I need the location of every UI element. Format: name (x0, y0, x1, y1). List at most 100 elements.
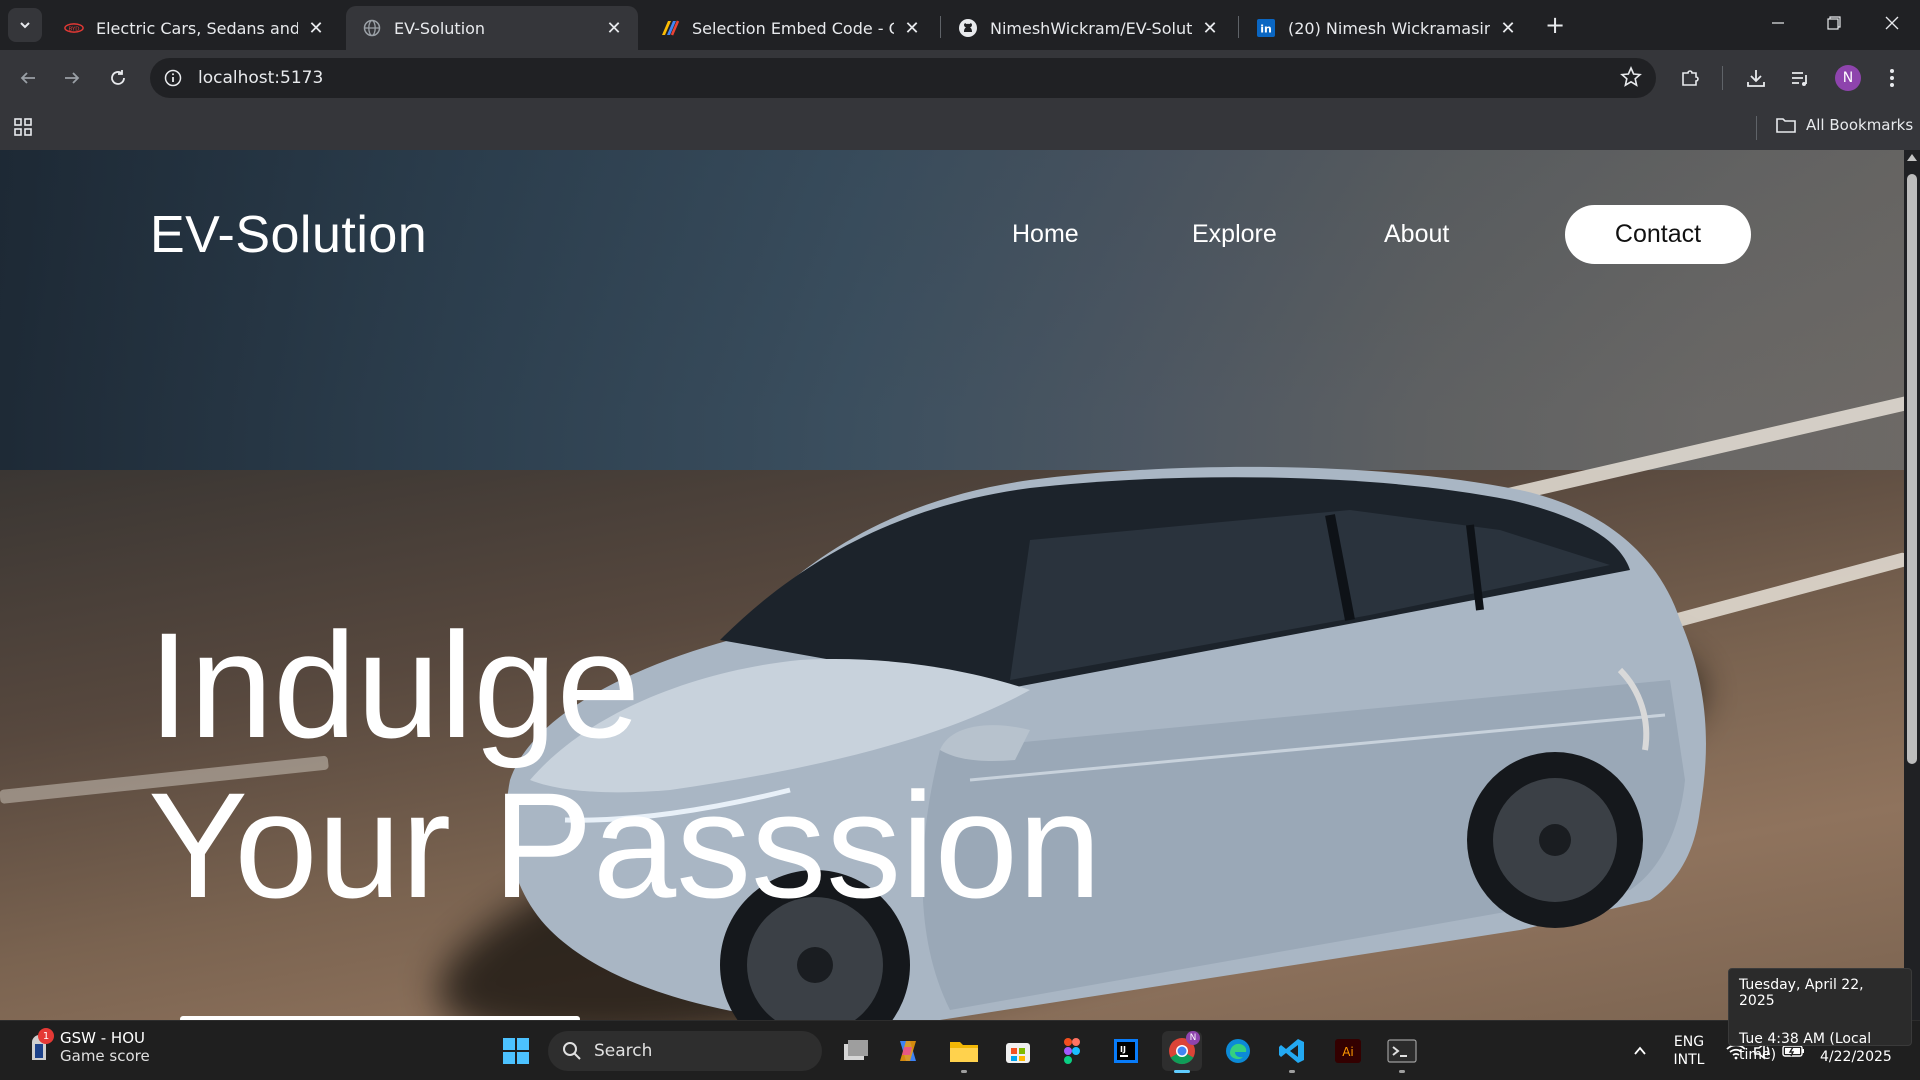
start-button[interactable] (496, 1031, 536, 1071)
github-icon (958, 18, 978, 38)
chrome-profile-badge: N (1186, 1031, 1200, 1045)
show-hidden-icons-button[interactable] (1620, 1031, 1660, 1071)
running-indicator (1289, 1070, 1295, 1073)
folder-icon (1776, 118, 1796, 133)
tab-title: Electric Cars, Sedans and SUVs | (96, 18, 298, 38)
copilot-icon (900, 1041, 916, 1061)
tab-title: (20) Nimesh Wickramasinghe | (1288, 18, 1490, 38)
browser-tab-strip: BYD Electric Cars, Sedans and SUVs | ✕ E… (0, 0, 1920, 50)
vscode-button[interactable] (1272, 1031, 1312, 1073)
close-icon[interactable]: ✕ (1200, 18, 1220, 39)
tab-search-button[interactable] (8, 8, 42, 42)
linkedin-icon: in (1256, 18, 1276, 38)
toolbar-separator (1722, 66, 1723, 90)
close-icon[interactable]: ✕ (1498, 18, 1518, 39)
chrome-button[interactable]: N (1162, 1031, 1202, 1073)
folder-icon (950, 1042, 978, 1062)
page-viewport: EV-Solution Home Explore About Contact I… (0, 150, 1904, 1020)
widget-title: GSW - HOU (60, 1029, 145, 1047)
back-button[interactable] (10, 60, 46, 96)
team-logo-icon: 1 (28, 1028, 54, 1062)
vscode-icon (1279, 1039, 1304, 1063)
task-view-button[interactable] (836, 1031, 876, 1071)
close-window-button[interactable] (1864, 0, 1920, 46)
running-indicator (1174, 1070, 1190, 1073)
file-explorer-button[interactable] (944, 1031, 984, 1073)
close-icon[interactable]: ✕ (306, 18, 326, 39)
edge-icon (1226, 1039, 1250, 1063)
task-view-icon (844, 1040, 868, 1060)
puzzle-icon (1682, 70, 1699, 86)
scroll-up-arrow-icon[interactable] (1907, 154, 1917, 161)
jetbrains-button[interactable]: IJ (1106, 1031, 1146, 1071)
tab-separator (1238, 16, 1239, 38)
new-tab-button[interactable]: + (1542, 11, 1568, 39)
downloads-button[interactable] (1738, 60, 1774, 96)
svg-text:BYD: BYD (69, 26, 80, 32)
reload-icon (111, 70, 125, 85)
arrow-left-icon (20, 72, 35, 84)
tab-ev-solution[interactable]: EV-Solution ✕ (346, 6, 638, 50)
language-indicator[interactable]: ENG INTL (1670, 1033, 1708, 1069)
tab-github[interactable]: NimeshWickram/EV-Solutions ✕ (942, 6, 1234, 50)
contact-button[interactable]: Contact (1565, 205, 1751, 264)
globe-icon (362, 18, 382, 38)
hero-line-2: Your Passsion (148, 761, 1102, 929)
chevron-up-icon (1634, 1046, 1646, 1055)
close-icon[interactable]: ✕ (604, 18, 624, 39)
svg-text:IJ: IJ (1120, 1045, 1126, 1054)
apps-button[interactable] (12, 116, 36, 140)
scrollbar-thumb[interactable] (1907, 174, 1917, 764)
restore-button[interactable] (1806, 0, 1862, 46)
bookmark-star-button[interactable] (1620, 65, 1642, 92)
running-indicator (1399, 1070, 1405, 1073)
taskbar-search[interactable]: Search (548, 1031, 822, 1071)
nav-explore[interactable]: Explore (1192, 220, 1277, 249)
illustrator-button[interactable]: Ai (1328, 1031, 1368, 1071)
svg-text:Ai: Ai (1342, 1045, 1354, 1059)
tab-title: EV-Solution (394, 18, 486, 38)
close-icon[interactable]: ✕ (902, 18, 922, 39)
site-info-icon[interactable] (164, 69, 182, 87)
windows-taskbar: 1 GSW - HOU Game score Search IJ N Ai EN… (0, 1020, 1920, 1080)
nav-about[interactable]: About (1384, 220, 1449, 249)
tab-linkedin[interactable]: in (20) Nimesh Wickramasinghe | ✕ (1240, 6, 1532, 50)
store-icon (1006, 1043, 1030, 1063)
browser-menu-button[interactable] (1874, 60, 1910, 96)
notification-badge: 1 (38, 1028, 54, 1044)
restore-icon (1827, 16, 1841, 30)
clock-tooltip: Tuesday, April 22, 2025 Tue 4:38 AM (Loc… (1728, 968, 1912, 1063)
close-icon (1885, 16, 1899, 30)
address-bar[interactable]: localhost:5173 (150, 58, 1656, 98)
figma-button[interactable] (1052, 1031, 1092, 1071)
tab-byd[interactable]: BYD Electric Cars, Sedans and SUVs | ✕ (48, 6, 340, 50)
reload-button[interactable] (100, 60, 136, 96)
bookmarks-bar: All Bookmarks (0, 106, 1920, 150)
bookmarks-separator (1756, 116, 1757, 140)
minimize-button[interactable] (1750, 0, 1806, 46)
forward-button[interactable] (54, 60, 90, 96)
nav-home[interactable]: Home (1012, 220, 1079, 249)
media-controls-button[interactable] (1782, 60, 1818, 96)
figma-icon (1064, 1038, 1080, 1064)
extensions-button[interactable] (1672, 60, 1708, 96)
copilot-button[interactable] (888, 1031, 928, 1071)
address-url: localhost:5173 (198, 68, 324, 88)
search-label: Search (594, 1041, 653, 1061)
site-logo[interactable]: EV-Solution (150, 205, 427, 265)
terminal-button[interactable] (1382, 1031, 1422, 1073)
all-bookmarks-button[interactable]: All Bookmarks (1776, 116, 1913, 134)
edge-button[interactable] (1218, 1031, 1258, 1071)
plus-icon: + (1544, 11, 1566, 39)
byd-logo-icon: BYD (64, 18, 84, 38)
playlist-icon (1792, 72, 1807, 86)
microsoft-store-button[interactable] (998, 1031, 1038, 1071)
avatar: N (1835, 65, 1861, 91)
page-scrollbar[interactable] (1904, 150, 1920, 1020)
profile-button[interactable]: N (1830, 60, 1866, 96)
widget-game-score[interactable]: 1 GSW - HOU Game score (28, 1028, 150, 1065)
search-icon (563, 1042, 581, 1060)
tab-embed-code[interactable]: Selection Embed Code - Google ✕ (644, 6, 936, 50)
language-code: ENG (1673, 1034, 1705, 1050)
tab-title: Selection Embed Code - Google (692, 18, 894, 38)
